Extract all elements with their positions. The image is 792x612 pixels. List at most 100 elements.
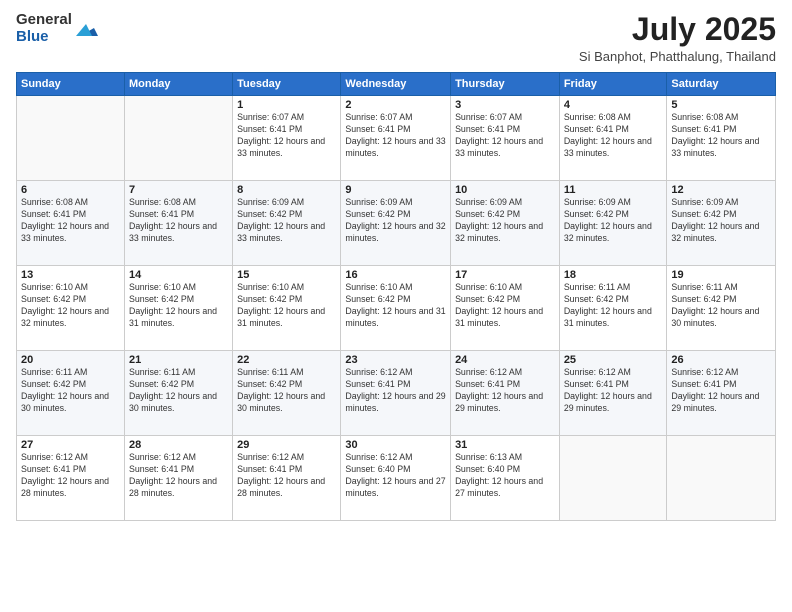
calendar-cell: 18Sunrise: 6:11 AM Sunset: 6:42 PM Dayli…	[559, 266, 667, 351]
day-number: 18	[564, 269, 663, 281]
day-info: Sunrise: 6:12 AM Sunset: 6:41 PM Dayligh…	[345, 367, 446, 415]
day-number: 20	[21, 354, 120, 366]
weekday-header: Tuesday	[233, 73, 341, 96]
logo: General Blue	[16, 12, 98, 45]
day-number: 28	[129, 439, 228, 451]
day-number: 27	[21, 439, 120, 451]
calendar-cell	[559, 436, 667, 521]
day-number: 15	[237, 269, 336, 281]
day-info: Sunrise: 6:12 AM Sunset: 6:41 PM Dayligh…	[21, 452, 120, 500]
calendar-week-row: 13 Sunrise: 6:10 AM Sunset: 6:42 PM Dayli…	[17, 266, 776, 351]
calendar-cell: 16Sunrise: 6:10 AM Sunset: 6:42 PM Dayli…	[341, 266, 451, 351]
logo-text: General Blue	[16, 12, 72, 45]
day-info: Sunrise: 6:12 AM Sunset: 6:41 PM Dayligh…	[129, 452, 228, 500]
day-info: Sunrise: 6:12 AM Sunset: 6:41 PM Dayligh…	[455, 367, 555, 415]
logo-icon	[76, 18, 98, 40]
calendar-cell: 9Sunrise: 6:09 AM Sunset: 6:42 PM Daylig…	[341, 181, 451, 266]
header: General Blue July 2025 Si Banphot, Phatt…	[16, 12, 776, 64]
day-info: Sunrise: 6:10 AM Sunset: 6:42 PM Dayligh…	[237, 282, 336, 330]
day-info: Sunrise: 6:09 AM Sunset: 6:42 PM Dayligh…	[237, 197, 336, 245]
calendar-cell: 10Sunrise: 6:09 AM Sunset: 6:42 PM Dayli…	[451, 181, 560, 266]
calendar-cell: 11Sunrise: 6:09 AM Sunset: 6:42 PM Dayli…	[559, 181, 667, 266]
day-number: 16	[345, 269, 446, 281]
weekday-row: SundayMondayTuesdayWednesdayThursdayFrid…	[17, 73, 776, 96]
day-info: Sunrise: 6:09 AM Sunset: 6:42 PM Dayligh…	[564, 197, 663, 245]
calendar-cell: 26Sunrise: 6:12 AM Sunset: 6:41 PM Dayli…	[667, 351, 776, 436]
calendar-cell: 29Sunrise: 6:12 AM Sunset: 6:41 PM Dayli…	[233, 436, 341, 521]
day-number: 5	[671, 99, 771, 111]
day-info: Sunrise: 6:12 AM Sunset: 6:41 PM Dayligh…	[564, 367, 663, 415]
day-number: 22	[237, 354, 336, 366]
day-number: 2	[345, 99, 446, 111]
day-number: 14	[129, 269, 228, 281]
calendar-cell: 17Sunrise: 6:10 AM Sunset: 6:42 PM Dayli…	[451, 266, 560, 351]
calendar-cell: 5Sunrise: 6:08 AM Sunset: 6:41 PM Daylig…	[667, 96, 776, 181]
day-info: Sunrise: 6:12 AM Sunset: 6:40 PM Dayligh…	[345, 452, 446, 500]
day-number: 26	[671, 354, 771, 366]
page: General Blue July 2025 Si Banphot, Phatt…	[0, 0, 792, 612]
calendar-cell: 1Sunrise: 6:07 AM Sunset: 6:41 PM Daylig…	[233, 96, 341, 181]
day-number: 13	[21, 269, 120, 281]
weekday-header: Sunday	[17, 73, 125, 96]
day-info: Sunrise: 6:10 AM Sunset: 6:42 PM Dayligh…	[345, 282, 446, 330]
day-info: Sunrise: 6:10 AM Sunset: 6:42 PM Dayligh…	[129, 282, 228, 330]
day-info: Sunrise: 6:11 AM Sunset: 6:42 PM Dayligh…	[564, 282, 663, 330]
calendar-cell: 28Sunrise: 6:12 AM Sunset: 6:41 PM Dayli…	[124, 436, 232, 521]
calendar-cell	[124, 96, 232, 181]
day-number: 10	[455, 184, 555, 196]
day-number: 29	[237, 439, 336, 451]
calendar-cell: 15Sunrise: 6:10 AM Sunset: 6:42 PM Dayli…	[233, 266, 341, 351]
calendar-cell: 20Sunrise: 6:11 AM Sunset: 6:42 PM Dayli…	[17, 351, 125, 436]
day-number: 3	[455, 99, 555, 111]
calendar-cell: 24Sunrise: 6:12 AM Sunset: 6:41 PM Dayli…	[451, 351, 560, 436]
day-info: Sunrise: 6:08 AM Sunset: 6:41 PM Dayligh…	[564, 112, 663, 160]
day-number: 24	[455, 354, 555, 366]
calendar-cell: 25Sunrise: 6:12 AM Sunset: 6:41 PM Dayli…	[559, 351, 667, 436]
calendar-cell: 13Sunrise: 6:10 AM Sunset: 6:42 PM Dayli…	[17, 266, 125, 351]
weekday-header: Thursday	[451, 73, 560, 96]
calendar-table: SundayMondayTuesdayWednesdayThursdayFrid…	[16, 72, 776, 521]
day-info: Sunrise: 6:11 AM Sunset: 6:42 PM Dayligh…	[21, 367, 120, 415]
calendar-body: 1 Sunrise: 6:07 AM Sunset: 6:41 PM Daylig…	[17, 96, 776, 521]
day-number: 9	[345, 184, 446, 196]
day-info: Sunrise: 6:09 AM Sunset: 6:42 PM Dayligh…	[671, 197, 771, 245]
calendar-week-row: 27Sunrise: 6:12 AM Sunset: 6:41 PM Dayli…	[17, 436, 776, 521]
day-number: 6	[21, 184, 120, 196]
calendar-week-row: 6Sunrise: 6:08 AM Sunset: 6:41 PM Daylig…	[17, 181, 776, 266]
weekday-header: Monday	[124, 73, 232, 96]
calendar-cell: 7Sunrise: 6:08 AM Sunset: 6:41 PM Daylig…	[124, 181, 232, 266]
day-info: Sunrise: 6:13 AM Sunset: 6:40 PM Dayligh…	[455, 452, 555, 500]
day-number: 30	[345, 439, 446, 451]
calendar-cell: 27Sunrise: 6:12 AM Sunset: 6:41 PM Dayli…	[17, 436, 125, 521]
day-info: Sunrise: 6:07 AM Sunset: 6:41 PM Dayligh…	[455, 112, 555, 160]
day-info: Sunrise: 6:07 AM Sunset: 6:41 PM Dayligh…	[345, 112, 446, 160]
logo-blue: Blue	[16, 29, 72, 46]
subtitle: Si Banphot, Phatthalung, Thailand	[579, 49, 776, 64]
weekday-header: Saturday	[667, 73, 776, 96]
day-number: 12	[671, 184, 771, 196]
day-info: Sunrise: 6:11 AM Sunset: 6:42 PM Dayligh…	[129, 367, 228, 415]
calendar-cell: 12Sunrise: 6:09 AM Sunset: 6:42 PM Dayli…	[667, 181, 776, 266]
calendar-header: SundayMondayTuesdayWednesdayThursdayFrid…	[17, 73, 776, 96]
day-info: Sunrise: 6:08 AM Sunset: 6:41 PM Dayligh…	[671, 112, 771, 160]
calendar-cell: 23Sunrise: 6:12 AM Sunset: 6:41 PM Dayli…	[341, 351, 451, 436]
calendar-cell: 31Sunrise: 6:13 AM Sunset: 6:40 PM Dayli…	[451, 436, 560, 521]
weekday-header: Wednesday	[341, 73, 451, 96]
day-number: 17	[455, 269, 555, 281]
day-number: 7	[129, 184, 228, 196]
day-number: 4	[564, 99, 663, 111]
calendar-cell: 2Sunrise: 6:07 AM Sunset: 6:41 PM Daylig…	[341, 96, 451, 181]
day-number: 8	[237, 184, 336, 196]
calendar-cell	[667, 436, 776, 521]
day-info: Sunrise: 6:10 AM Sunset: 6:42 PM Dayligh…	[455, 282, 555, 330]
day-number: 19	[671, 269, 771, 281]
day-number: 1	[237, 99, 336, 111]
calendar-cell: 19Sunrise: 6:11 AM Sunset: 6:42 PM Dayli…	[667, 266, 776, 351]
day-info: Sunrise: 6:12 AM Sunset: 6:41 PM Dayligh…	[237, 452, 336, 500]
calendar-cell: 4Sunrise: 6:08 AM Sunset: 6:41 PM Daylig…	[559, 96, 667, 181]
calendar-cell: 21Sunrise: 6:11 AM Sunset: 6:42 PM Dayli…	[124, 351, 232, 436]
day-number: 23	[345, 354, 446, 366]
calendar-cell	[17, 96, 125, 181]
calendar-cell: 3Sunrise: 6:07 AM Sunset: 6:41 PM Daylig…	[451, 96, 560, 181]
day-number: 31	[455, 439, 555, 451]
